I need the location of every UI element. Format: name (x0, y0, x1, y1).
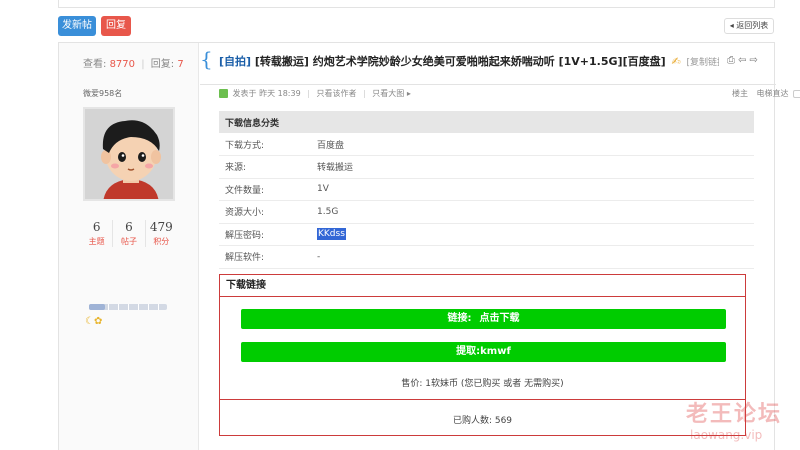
back-to-list-button[interactable]: ◂ 返回列表 (724, 18, 774, 34)
code-value: kmwf (480, 346, 511, 357)
floor-label: 楼主 (732, 89, 748, 98)
row-key: 下载方式: (219, 133, 317, 156)
meta-divider: | (307, 89, 310, 98)
thread-stats: 查看: 8770 | 回复: 7 (83, 55, 184, 70)
extract-code-button[interactable]: 提取:kmwf (241, 342, 726, 362)
title-tools: ⎙⇦⇨ (727, 55, 761, 66)
row-key: 解压密码: (219, 223, 317, 246)
download-info-table: 下载信息分类 下载方式: 百度盘 来源: 转载搬运 文件数量: 1V 资源大小:… (219, 111, 754, 269)
header-divider (200, 84, 776, 85)
brace-decoration-icon: { (200, 47, 213, 71)
post-floor-tools: 楼主 电梯直达 ✎ (732, 88, 800, 99)
hot-badge-icon: ✍ (671, 55, 681, 68)
table-row: 解压软件: - (219, 245, 754, 269)
level-progress-fill (89, 304, 105, 310)
only-images-link[interactable]: 只看大图 (372, 89, 404, 98)
posted-at: 发表于 昨天 18:39 (232, 89, 301, 98)
stat-threads[interactable]: 6 主题 (81, 220, 114, 247)
row-value: 1V (317, 178, 754, 201)
row-key: 资源大小: (219, 200, 317, 224)
buyers-count: 已购人数: 569 (452, 416, 513, 426)
replies-label: 回复: (150, 59, 175, 70)
level-progress-bar (89, 304, 167, 310)
link-text: 点击下载 (479, 313, 520, 324)
stat-points[interactable]: 479 积分 (146, 220, 177, 247)
goto-floor-label: 电梯直达 (756, 89, 789, 98)
row-key: 来源: (219, 155, 317, 179)
table-row: 文件数量: 1V (219, 178, 754, 201)
post-meta: 发表于 昨天 18:39 | 只看该作者 | 只看大图 ▸ (219, 88, 759, 99)
online-status-icon (219, 89, 228, 98)
stat-label: 积分 (153, 237, 170, 246)
caret-left-icon: ◂ (729, 21, 734, 30)
table-row: 下载方式: 百度盘 (219, 133, 754, 156)
reply-button[interactable]: 回复 (101, 16, 131, 36)
link-label: 链接: (447, 313, 472, 324)
only-author-link[interactable]: 只看该作者 (316, 89, 356, 98)
next-thread-icon[interactable]: ⇨ (749, 55, 760, 66)
avatar[interactable] (83, 107, 175, 201)
caret-right-icon: ▸ (406, 89, 411, 98)
goto-floor-input[interactable] (793, 89, 800, 98)
author-sidebar: 微爱958名 6 主题 6 帖子 479 积分 ☾✿ (59, 43, 199, 450)
row-value: 转载搬运 (317, 155, 754, 179)
row-value: 1.5G (317, 200, 754, 224)
thread-container: 微爱958名 6 主题 6 帖子 479 积分 ☾✿ 查看: 8770 | 回复… (58, 42, 800, 450)
cartoon-avatar-icon (85, 109, 173, 199)
price-text: 售价: 1软妹币 (您已购买 或者 无需购买) (401, 379, 564, 389)
stat-value: 6 (125, 220, 133, 234)
table-row: 资源大小: 1.5G (219, 200, 754, 224)
stat-label: 帖子 (120, 237, 137, 246)
password-highlight[interactable]: KKdss (317, 228, 346, 241)
views-label: 查看: (83, 59, 107, 70)
download-box-title: 下载链接 (220, 275, 745, 297)
code-label: 提取: (456, 346, 481, 357)
stat-value: 479 (149, 220, 173, 234)
views-count: 8770 (109, 59, 136, 70)
medal-icons[interactable]: ☾✿ (85, 316, 102, 327)
row-value: - (317, 245, 754, 269)
thread-title-text: [转载搬运] 约炮艺术学院妙龄少女绝美可爱啪啪起来娇喘动听 [1V+1.5G][… (254, 55, 666, 68)
row-value: 百度盘 (317, 133, 754, 156)
previous-panel-edge (58, 0, 775, 8)
table-row: 来源: 转载搬运 (219, 155, 754, 179)
table-row: 解压密码: KKdss (219, 223, 754, 246)
stats-divider: | (141, 59, 145, 70)
download-box-divider (220, 399, 745, 400)
download-info-header: 下载信息分类 (219, 111, 754, 133)
replies-count: 7 (177, 59, 184, 70)
watermark-url: laowang.vip (690, 428, 763, 442)
print-icon[interactable]: ⎙ (727, 55, 738, 66)
download-link-box: 下载链接 链接: 点击下载 提取:kmwf 售价: 1软妹币 (您已购买 或者 无… (219, 274, 746, 436)
row-key: 解压软件: (219, 245, 317, 269)
back-to-list-label: 返回列表 (736, 21, 769, 30)
stat-value: 6 (92, 220, 101, 234)
watermark-logo: 老王论坛 (686, 402, 783, 427)
stat-label: 主题 (88, 237, 105, 246)
stat-posts[interactable]: 6 帖子 (113, 220, 146, 247)
row-key: 文件数量: (219, 178, 317, 201)
meta-divider: | (363, 89, 366, 98)
copy-link-button[interactable]: [复制链接] (687, 58, 719, 68)
new-post-button[interactable]: 发新帖 (58, 16, 96, 36)
author-name[interactable]: 微爱958名 (83, 88, 122, 99)
download-link-button[interactable]: 链接: 点击下载 (241, 309, 726, 329)
thread-category-link[interactable]: [自拍] (219, 55, 251, 68)
row-value: KKdss (317, 223, 754, 246)
author-stats: 6 主题 6 帖子 479 积分 (81, 220, 177, 247)
prev-thread-icon[interactable]: ⇦ (738, 55, 749, 66)
thread-title: [自拍] [转载搬运] 约炮艺术学院妙龄少女绝美可爱啪啪起来娇喘动听 [1V+1… (219, 53, 719, 69)
